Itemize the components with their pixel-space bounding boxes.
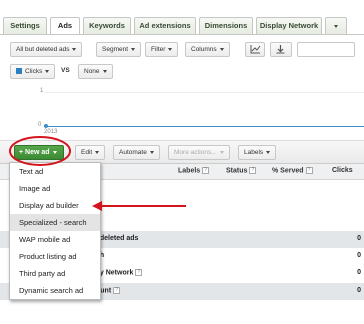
annotation-layer xyxy=(9,136,186,211)
annotation-arrow-head xyxy=(92,201,102,211)
highlight-circle xyxy=(9,136,71,166)
